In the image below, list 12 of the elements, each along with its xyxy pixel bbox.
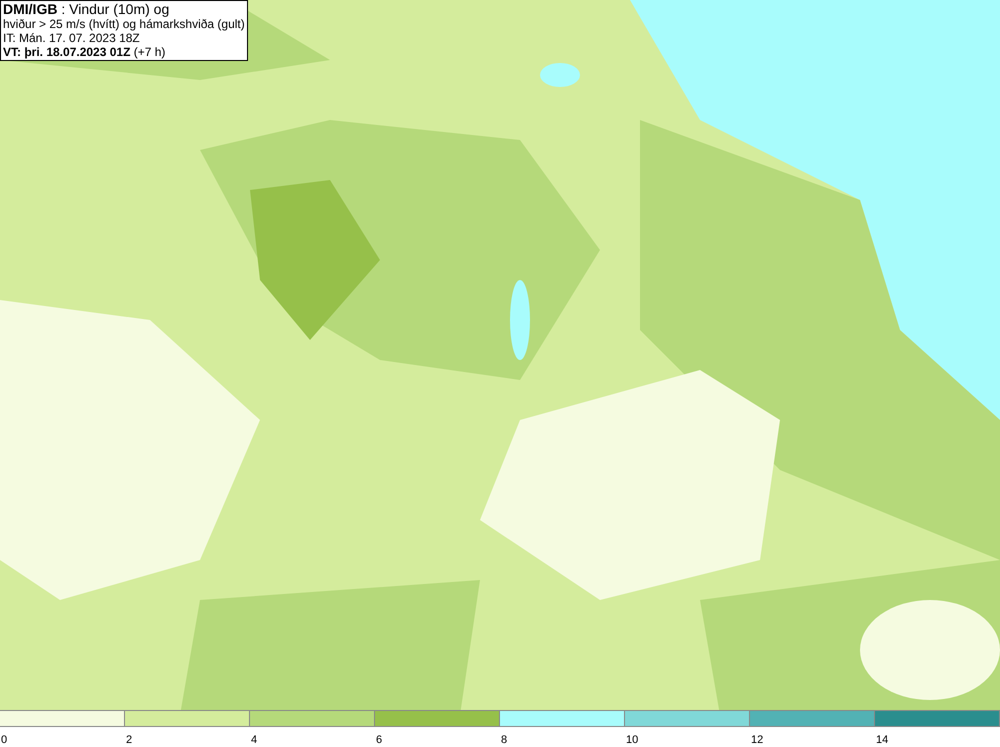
legend-tick-label: 0 bbox=[0, 733, 8, 747]
legend-tick-label: 14 bbox=[875, 733, 888, 747]
title-line: DMI/IGB : Vindur (10m) og bbox=[3, 2, 170, 17]
legend-tick-label: 4 bbox=[250, 733, 258, 747]
title-line: hviður > 25 m/s (hvítt) og hámarkshviða (gult) bbox=[3, 17, 245, 31]
title-line: VT: þri. 18.07.2023 01Z (+7 h) bbox=[3, 45, 166, 59]
legend-tick-label: 6 bbox=[375, 733, 382, 747]
title-line: IT: Mán. 17. 07. 2023 18Z bbox=[3, 31, 141, 45]
legend-tick-label: 2 bbox=[125, 733, 132, 747]
legend-tick-label: 8 bbox=[500, 733, 508, 747]
legend-tick-label: 12 bbox=[750, 733, 764, 747]
legend-tick-label: 10 bbox=[625, 733, 638, 747]
